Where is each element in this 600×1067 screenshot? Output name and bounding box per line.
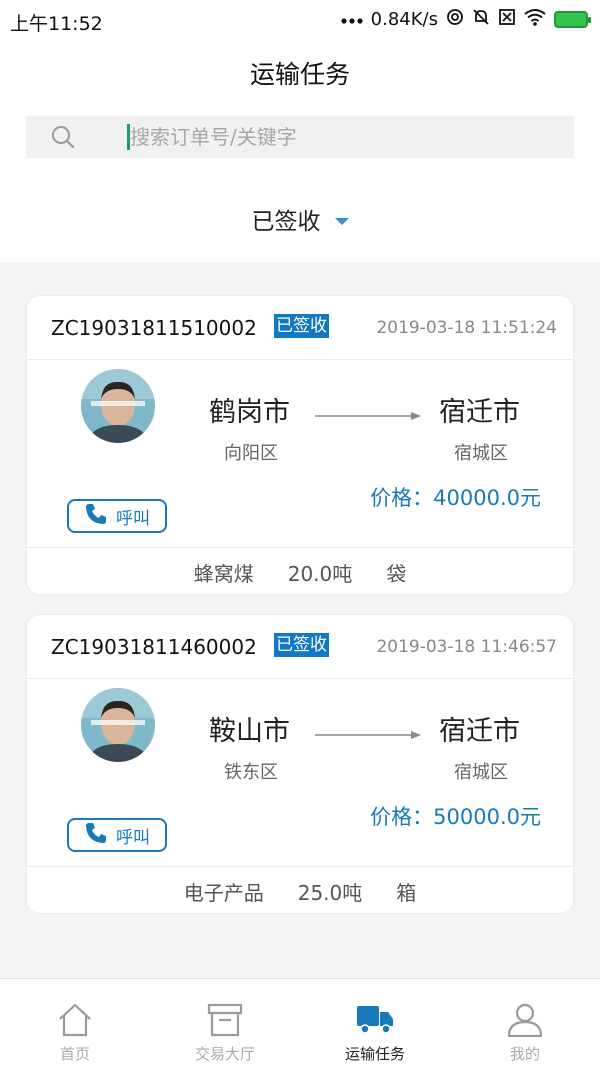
cargo-weight: 20.0吨 bbox=[287, 561, 353, 586]
price: 价格：40000.0元 bbox=[370, 482, 541, 512]
search-bar[interactable] bbox=[26, 116, 574, 158]
order-datetime: 2019-03-18 11:51:24 bbox=[376, 318, 557, 338]
origin-district: 铁东区 bbox=[224, 762, 278, 783]
top-area: 上午11:52 0.84K/s 运输任务 搜索订单号/关键字 已签收 bbox=[0, 0, 600, 262]
page-title: 运输任务 bbox=[249, 60, 350, 89]
signal-dots-icon bbox=[341, 9, 363, 30]
search-input[interactable] bbox=[130, 120, 560, 154]
cargo-name: 电子产品 bbox=[183, 880, 264, 905]
destination-city: 宿迁市 bbox=[439, 716, 520, 747]
status-icons: 0.84K/s bbox=[341, 8, 591, 31]
cargo-package: 箱 bbox=[396, 880, 417, 905]
origin-city: 鹤岗市 bbox=[209, 397, 290, 428]
tab-home-label: 首页 bbox=[59, 1045, 90, 1063]
driver-avatar bbox=[81, 688, 155, 762]
tab-transport-tasks[interactable]: 运输任务 bbox=[300, 979, 450, 1067]
tab-mine[interactable]: 我的 bbox=[450, 979, 600, 1067]
wifi-icon bbox=[524, 8, 546, 31]
tab-mine-label: 我的 bbox=[509, 1045, 540, 1063]
status-filter-label: 已签收 bbox=[251, 209, 321, 235]
origin-city: 鞍山市 bbox=[209, 716, 290, 747]
destination-district: 宿城区 bbox=[454, 443, 508, 464]
cargo-name: 蜂窝煤 bbox=[193, 561, 254, 586]
phone-icon bbox=[84, 821, 108, 849]
tab-trading-hall[interactable]: 交易大厅 bbox=[150, 979, 300, 1067]
caret-down-icon bbox=[334, 218, 349, 225]
driver-avatar bbox=[81, 369, 155, 443]
price-value: 50000.0元 bbox=[433, 805, 541, 829]
tab-trading-hall-label: 交易大厅 bbox=[194, 1045, 255, 1063]
cargo-package: 袋 bbox=[386, 561, 407, 586]
sim-off-icon bbox=[498, 8, 516, 31]
call-button[interactable]: 呼叫 bbox=[67, 499, 167, 533]
route-arrow-icon bbox=[315, 725, 423, 739]
status-time: 上午11:52 bbox=[10, 13, 103, 35]
search-icon bbox=[51, 125, 75, 149]
order-card-header: ZC19031811460002 已签收 2019-03-18 11:46:57 bbox=[27, 615, 573, 679]
status-bar: 上午11:52 0.84K/s bbox=[0, 0, 600, 42]
cargo-info: 蜂窝煤 20.0吨 袋 bbox=[27, 547, 573, 596]
order-datetime: 2019-03-18 11:46:57 bbox=[376, 637, 557, 657]
phone-icon bbox=[84, 502, 108, 530]
price-label: 价格： bbox=[370, 486, 434, 510]
call-button-label: 呼叫 bbox=[116, 508, 150, 529]
order-card[interactable]: ZC19031811510002 已签收 2019-03-18 11:51:24… bbox=[26, 295, 574, 595]
battery-charging-icon bbox=[554, 11, 591, 28]
order-card[interactable]: ZC19031811460002 已签收 2019-03-18 11:46:57… bbox=[26, 614, 574, 914]
origin-district: 向阳区 bbox=[224, 443, 278, 464]
mute-icon bbox=[472, 8, 490, 31]
price-value: 40000.0元 bbox=[433, 486, 541, 510]
route-arrow-icon bbox=[315, 406, 423, 420]
tab-transport-tasks-label: 运输任务 bbox=[344, 1045, 405, 1063]
status-filter-dropdown[interactable]: 已签收 bbox=[0, 202, 600, 240]
cargo-info: 电子产品 25.0吨 箱 bbox=[27, 866, 573, 915]
status-badge: 已签收 bbox=[274, 633, 329, 657]
order-number: ZC19031811460002 bbox=[51, 635, 257, 659]
destination-district: 宿城区 bbox=[454, 762, 508, 783]
order-number: ZC19031811510002 bbox=[51, 316, 257, 340]
call-button-label: 呼叫 bbox=[116, 827, 150, 848]
order-card-header: ZC19031811510002 已签收 2019-03-18 11:51:24 bbox=[27, 296, 573, 360]
price: 价格：50000.0元 bbox=[370, 801, 541, 831]
destination-city: 宿迁市 bbox=[439, 397, 520, 428]
price-label: 价格： bbox=[370, 805, 434, 829]
cargo-weight: 25.0吨 bbox=[297, 880, 363, 905]
call-button[interactable]: 呼叫 bbox=[67, 818, 167, 852]
status-badge: 已签收 bbox=[274, 314, 329, 338]
network-speed: 0.84K/s bbox=[370, 9, 438, 30]
bottom-tab-bar: 首页 交易大厅 运输任务 我的 bbox=[0, 978, 600, 1067]
tab-home[interactable]: 首页 bbox=[0, 979, 150, 1067]
hotspot-icon bbox=[446, 8, 464, 31]
